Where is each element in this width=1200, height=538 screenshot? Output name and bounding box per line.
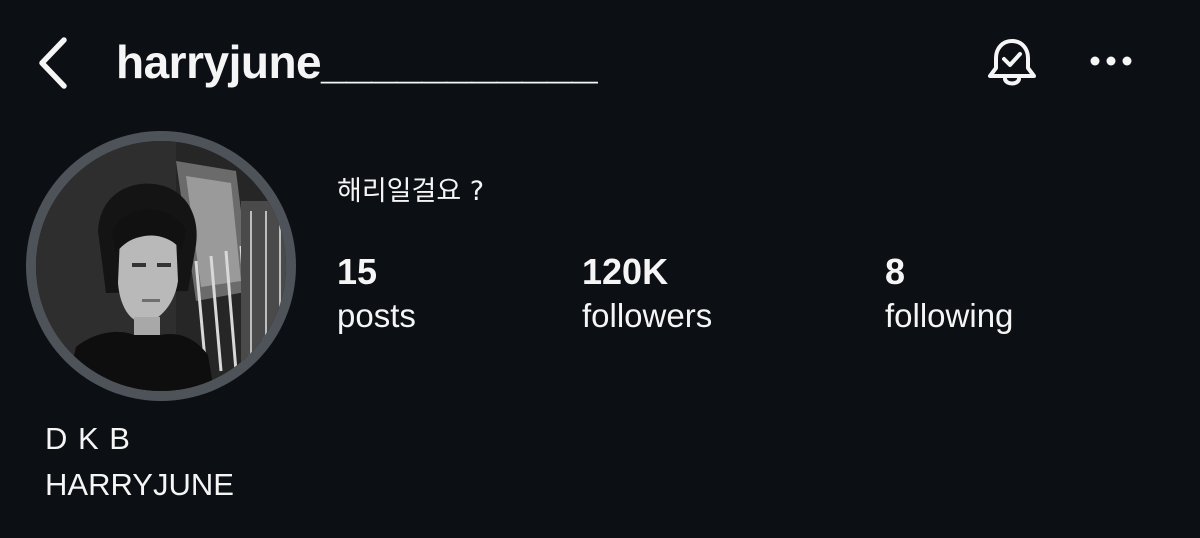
avatar-ring bbox=[26, 131, 296, 401]
following-label: following bbox=[885, 297, 1014, 334]
bell-check-icon bbox=[988, 39, 1036, 86]
avatar[interactable] bbox=[36, 141, 286, 391]
chevron-left-icon bbox=[39, 37, 67, 89]
profile-subtitle: HARRYJUNE bbox=[45, 467, 234, 502]
followers-count: 120K bbox=[582, 251, 669, 292]
posts-stat[interactable]: 15 posts bbox=[337, 250, 416, 338]
more-horizontal-icon bbox=[1090, 56, 1132, 66]
profile-bio: 해리일걸요 ? bbox=[337, 176, 485, 207]
profile-username: harryjune___________ bbox=[116, 36, 598, 88]
more-options-button[interactable] bbox=[1086, 44, 1136, 78]
posts-label: posts bbox=[337, 297, 416, 334]
notifications-button[interactable] bbox=[982, 32, 1042, 92]
followers-label: followers bbox=[582, 297, 713, 334]
posts-count: 15 bbox=[337, 251, 378, 292]
profile-display-name: D K B bbox=[45, 421, 131, 456]
following-stat[interactable]: 8 following bbox=[885, 250, 1013, 338]
avatar-photo bbox=[36, 141, 286, 391]
followers-stat[interactable]: 120K followers bbox=[582, 250, 712, 338]
following-count: 8 bbox=[885, 251, 906, 292]
back-button[interactable] bbox=[34, 36, 74, 90]
